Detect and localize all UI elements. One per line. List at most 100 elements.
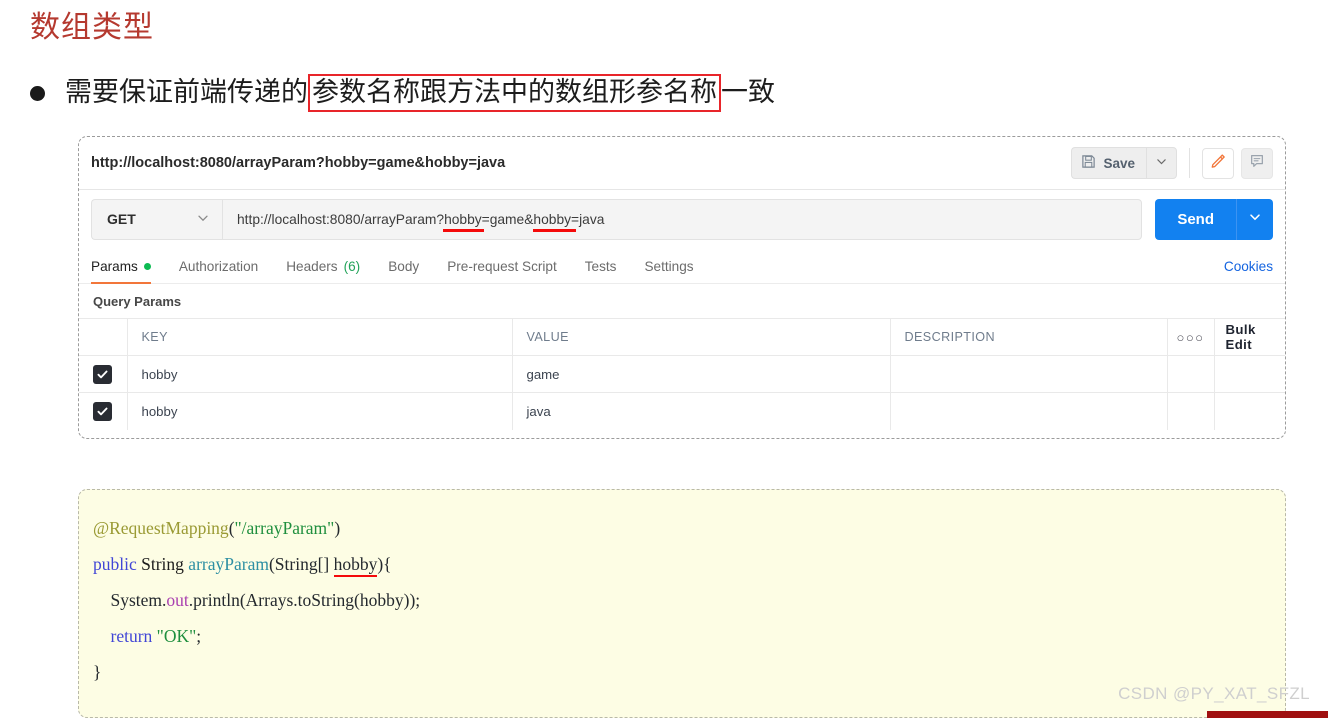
request-url-bar: GET http://localhost:8080/arrayParam?hob… [79,190,1285,248]
column-select-all [79,318,128,356]
code-token: .println(Arrays.toString(hobby)); [188,590,421,610]
postman-panel: http://localhost:8080/arrayParam?hobby=g… [78,136,1286,439]
request-tab-title[interactable]: http://localhost:8080/arrayParam?hobby=g… [91,155,1071,171]
tab-headers-label: Headers [286,259,338,274]
code-token: arrayParam [188,554,269,574]
query-params-label: Query Params [93,294,182,309]
save-button-group: Save [1071,147,1177,179]
send-button-group: Send [1155,198,1273,240]
column-header-description: DESCRIPTION [890,318,1168,356]
code-token: ){ [377,554,392,574]
bullet-prefix: 需要保证前端传递的 [65,77,308,107]
tab-pre-request-script-label: Pre-request Script [447,259,557,274]
row-value[interactable]: java [512,392,891,430]
row-value[interactable]: game [512,355,891,393]
page-title: 数组类型 [30,11,154,44]
code-line-4: return "OK"; [93,618,1285,654]
tab-pre-request-script[interactable]: Pre-request Script [447,259,557,283]
code-token: "OK" [156,626,197,646]
row-spacer-1 [1167,355,1215,393]
tab-headers-count: (6) [343,259,361,274]
code-token: out [166,590,189,610]
column-header-value: VALUE [512,318,891,356]
tab-settings-label: Settings [644,259,694,274]
url-text: http://localhost:8080/arrayParam?hobby=g… [237,211,605,227]
bullet-point: 需要保证前端传递的 参数名称跟方法中的数组形参名称 一致 [30,74,775,112]
code-token: System. [93,590,167,610]
tab-body[interactable]: Body [388,259,419,283]
table-row: hobby java [79,392,1285,430]
send-options-button[interactable] [1236,198,1273,240]
code-token: public [93,554,137,574]
request-section-tabs: Params Authorization Headers (6) Body Pr… [79,248,1285,284]
tab-body-label: Body [388,259,420,274]
code-line-5: } [93,654,1285,690]
ellipsis-icon: ○○○ [1176,329,1205,345]
highlighted-phrase: 参数名称跟方法中的数组形参名称 [308,74,721,112]
comment-button[interactable] [1241,147,1273,179]
row-checkbox[interactable] [93,401,113,421]
table-header-row: KEY VALUE DESCRIPTION ○○○ Bulk Edit [79,318,1285,356]
table-row: hobby game [79,355,1285,393]
floppy-disk-icon [1081,154,1096,172]
code-token: "/arrayParam" [234,518,335,538]
row-key[interactable]: hobby [127,392,513,430]
row-spacer-1 [1167,392,1215,430]
checkmark-icon [97,370,108,378]
row-checkbox-cell [79,392,128,430]
toolbar-divider [1189,148,1190,178]
edit-request-button[interactable] [1202,147,1234,179]
comment-icon [1249,153,1265,174]
send-button[interactable]: Send [1155,199,1236,240]
tab-tests[interactable]: Tests [585,259,617,283]
column-header-key: KEY [127,318,513,356]
bottom-red-bar [1207,711,1328,718]
bullet-text: 需要保证前端传递的 参数名称跟方法中的数组形参名称 一致 [65,74,775,112]
code-token: ; [196,626,202,646]
chevron-down-icon [1156,154,1167,172]
bulk-edit-button[interactable]: Bulk Edit [1214,318,1285,356]
tab-settings[interactable]: Settings [644,259,693,283]
row-description[interactable] [890,392,1168,430]
tab-authorization-label: Authorization [178,259,259,274]
params-indicator-dot-icon [143,263,151,270]
bullet-suffix: 一致 [721,77,775,107]
http-method-select[interactable]: GET [91,198,222,240]
chevron-down-icon [197,211,209,227]
code-token: ) [334,518,341,538]
tab-authorization[interactable]: Authorization [179,259,258,283]
watermark: CSDN @PY_XAT_SFZL [1118,684,1310,703]
save-button-label: Save [1103,155,1135,171]
code-line-3: System.out.println(Arrays.toString(hobby… [93,582,1285,618]
save-options-button[interactable] [1146,147,1177,179]
code-snippet: @RequestMapping("/arrayParam") public Str… [78,489,1286,718]
table-more-options-button[interactable]: ○○○ [1167,318,1215,356]
pencil-icon [1210,152,1227,174]
url-underline-2 [533,229,576,232]
tab-tests-label: Tests [584,259,617,274]
chevron-down-icon [1249,210,1261,228]
row-checkbox-cell [79,355,128,393]
tab-params-label: Params [91,259,138,274]
save-button[interactable]: Save [1071,147,1146,179]
row-key[interactable]: hobby [127,355,513,393]
request-tab-bar: http://localhost:8080/arrayParam?hobby=g… [79,137,1285,190]
code-token: (String[] [268,554,334,574]
url-input[interactable]: http://localhost:8080/arrayParam?hobby=g… [222,198,1143,240]
code-token: } [93,662,102,682]
code-line-1: @RequestMapping("/arrayParam") [93,510,1285,546]
row-checkbox[interactable] [93,364,113,384]
code-token-underlined: hobby [333,554,378,577]
tab-headers[interactable]: Headers (6) [286,259,360,283]
cookies-link[interactable]: Cookies [1224,259,1273,274]
row-spacer-2 [1214,355,1285,393]
row-description[interactable] [890,355,1168,393]
code-token: String [141,554,184,574]
code-token: @RequestMapping [93,518,229,538]
tab-params[interactable]: Params [91,259,151,284]
query-params-table: KEY VALUE DESCRIPTION ○○○ Bulk Edit hobb… [79,318,1285,430]
bullet-dot-icon [30,86,45,102]
url-underline-1 [443,229,484,232]
code-line-2: public String arrayParam(String[] hobby)… [93,546,1285,582]
